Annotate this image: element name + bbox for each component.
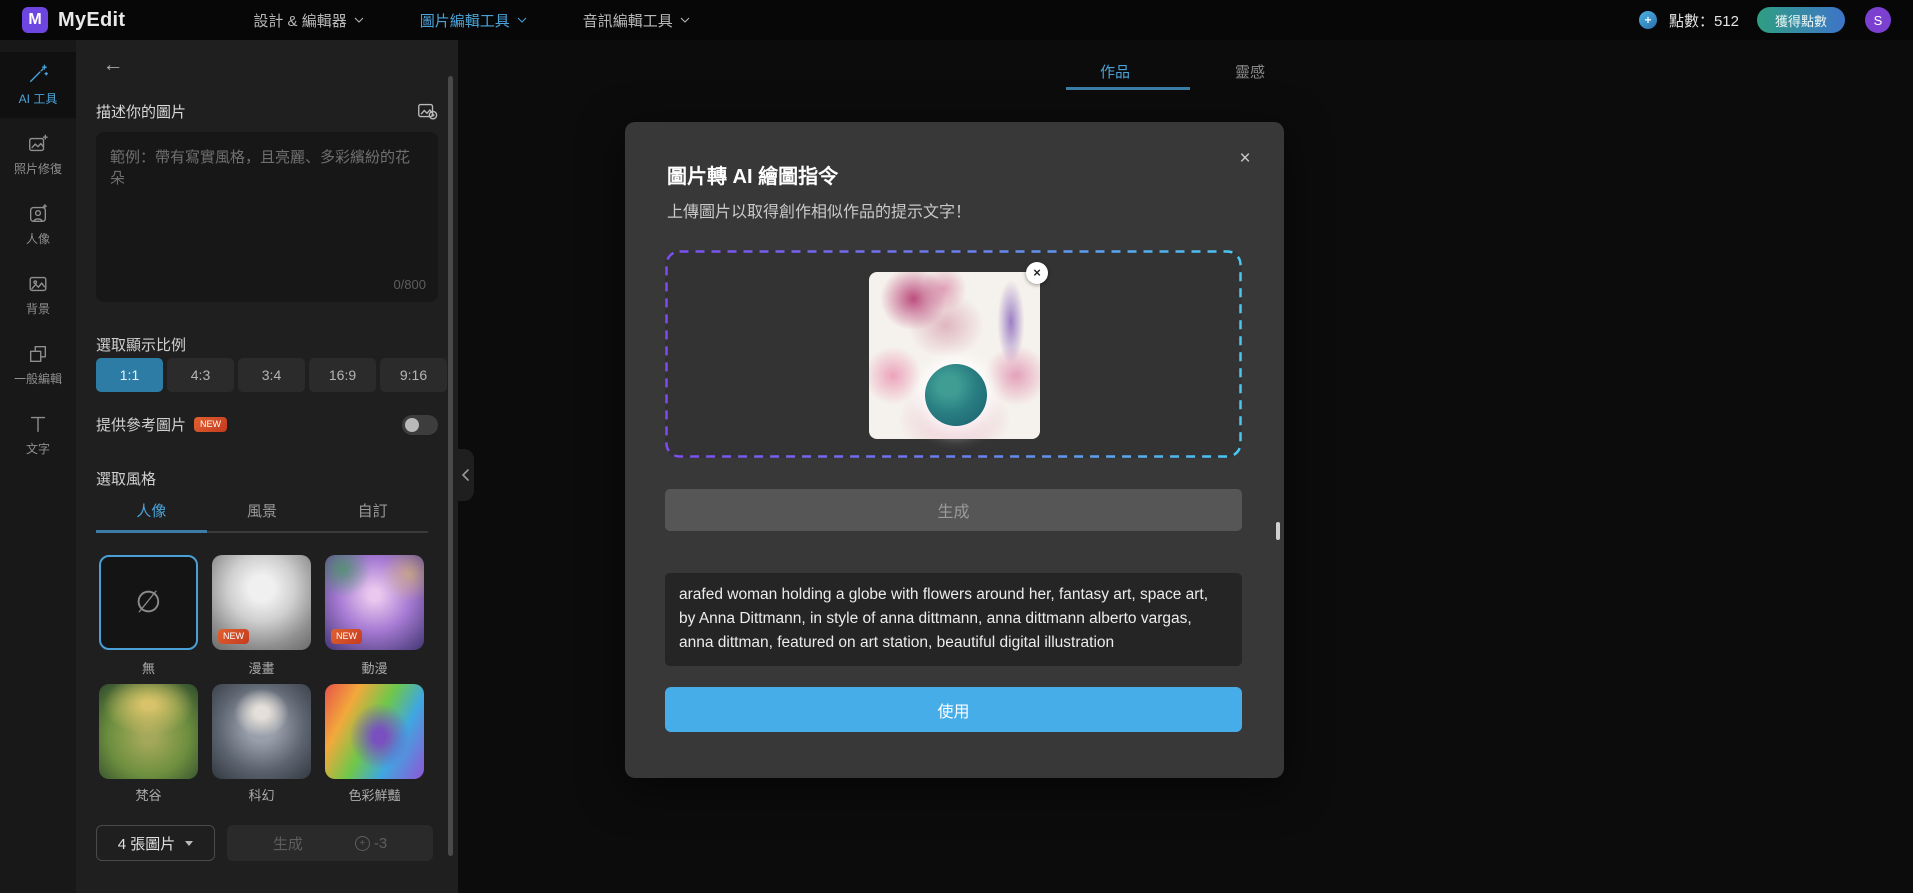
modal-subtitle: 上傳圖片以取得創作相似作品的提示文字！ (667, 204, 972, 221)
rail-item-text[interactable]: 文字 (0, 402, 76, 468)
uploaded-image-preview: × (869, 262, 1048, 439)
credits-coin-icon: + (1638, 11, 1657, 29)
style-label-vivid: 色彩鮮豔 (348, 787, 401, 803)
upload-dropzone[interactable]: × (665, 250, 1242, 458)
image-to-prompt-modal: 圖片轉 AI 繪圖指令 上傳圖片以取得創作相似作品的提示文字！ × × 生成 a… (625, 122, 1284, 778)
top-navbar: M MyEdit 設計 & 編輯器 圖片編輯工具 音訊編輯工具 + 點數：512… (0, 0, 1913, 40)
navbar-right: + 點數：512 獲得點數 S (1638, 7, 1891, 33)
back-button[interactable]: ← (100, 52, 126, 78)
panel-controls: 4 張圖片 生成 + -3 (96, 825, 438, 861)
ratio-9-16[interactable]: 9:16 (380, 358, 447, 392)
style-tile-vivid[interactable] (325, 684, 424, 779)
globe-art (925, 363, 988, 426)
text-tool-icon (30, 416, 46, 433)
ratio-section-label: 選取顯示比例 (96, 337, 187, 354)
myedit-logo[interactable]: M MyEdit (22, 7, 125, 33)
menu-design-editor[interactable]: 設計 & 編輯器 (253, 10, 364, 31)
magic-wand-icon (29, 64, 49, 83)
new-badge: NEW (331, 629, 362, 644)
ai-image-panel: ← 描述你的圖片 0/800 選取顯示比例 1:1 4:3 3:4 16:9 9… (76, 40, 458, 893)
reference-image-label: 提供參考圖片 (96, 417, 187, 434)
style-label-anime: 動漫 (361, 660, 388, 676)
chevron-down-icon (354, 17, 364, 23)
style-tile-manga[interactable]: NEW (212, 555, 311, 650)
main-menu: 設計 & 編輯器 圖片編輯工具 音訊編輯工具 (253, 10, 690, 31)
image-to-prompt-icon[interactable] (416, 100, 438, 122)
workspace-tab-inspiration[interactable]: 靈感 (1235, 61, 1265, 82)
style-tile-vangogh[interactable] (99, 684, 198, 779)
reference-image-toggle[interactable] (402, 414, 438, 435)
style-tab-custom[interactable]: 自訂 (317, 500, 428, 525)
menu-image-tools[interactable]: 圖片編輯工具 (420, 10, 527, 31)
myedit-logo-icon: M (22, 7, 48, 33)
style-label-manga: 漫畫 (248, 660, 275, 676)
credits-count: 點數：512 (1668, 12, 1739, 30)
panel-scrollbar[interactable] (448, 76, 453, 856)
rail-item-photo-fix[interactable]: 照片修復 (0, 122, 76, 188)
reference-image-row: 提供參考圖片 NEW (96, 414, 438, 435)
photo-enhance-icon (29, 134, 48, 152)
cost-group: + -3 (354, 834, 388, 852)
ratio-row: 1:1 4:3 3:4 16:9 9:16 (96, 358, 447, 392)
none-icon: ∅ (135, 586, 162, 619)
describe-row: 描述你的圖片 (96, 100, 438, 122)
new-badge: NEW (218, 629, 249, 644)
style-tab-landscape[interactable]: 風景 (207, 500, 318, 525)
menu-audio-tools[interactable]: 音訊編輯工具 (583, 10, 690, 31)
style-tab-portrait[interactable]: 人像 (96, 500, 207, 525)
background-image-icon (29, 276, 47, 292)
use-prompt-button[interactable]: 使用 (665, 687, 1242, 732)
generated-prompt-text: arafed woman holding a globe with flower… (665, 573, 1242, 666)
new-badge: NEW (194, 417, 228, 432)
user-avatar[interactable]: S (1865, 7, 1891, 33)
brand-name: MyEdit (58, 8, 126, 31)
style-label-none: 無 (141, 660, 155, 676)
chevron-left-icon (462, 469, 469, 481)
image-count-dropdown[interactable]: 4 張圖片 (96, 825, 215, 861)
tool-rail: AI 工具 照片修復 人像 背景 一般編輯 文字 (0, 40, 76, 893)
style-section-label: 選取風格 (96, 471, 157, 488)
describe-label: 描述你的圖片 (96, 103, 187, 121)
style-tile-none[interactable]: ∅ (99, 555, 198, 650)
ratio-1-1[interactable]: 1:1 (96, 358, 163, 392)
style-label-scifi: 科幻 (248, 787, 275, 803)
style-tabs-active-indicator (96, 530, 207, 533)
ratio-4-3[interactable]: 4:3 (167, 358, 234, 392)
style-tile-anime[interactable]: NEW (325, 555, 424, 650)
prompt-input-wrap: 0/800 (96, 132, 438, 302)
rail-item-general-edit[interactable]: 一般編輯 (0, 332, 76, 398)
workspace-tab-active-indicator (1066, 87, 1190, 90)
chevron-down-icon (517, 17, 527, 23)
remove-image-button[interactable]: × (1026, 262, 1048, 284)
generate-button-disabled[interactable]: 生成 + -3 (227, 825, 433, 861)
modal-generate-button-disabled[interactable]: 生成 (665, 489, 1242, 531)
chevron-down-icon (680, 17, 690, 23)
style-grid: ∅ NEW NEW 無 漫畫 動漫 梵谷 科幻 色彩鮮豔 (99, 555, 424, 809)
rail-item-background[interactable]: 背景 (0, 262, 76, 328)
style-tabs: 人像 風景 自訂 (96, 500, 428, 525)
style-label-vangogh: 梵谷 (135, 787, 162, 803)
modal-title: 圖片轉 AI 繪圖指令 (667, 166, 839, 188)
rail-item-portrait[interactable]: 人像 (0, 192, 76, 258)
generate-cost: -3 (373, 834, 388, 852)
portrait-icon (29, 204, 47, 223)
ratio-16-9[interactable]: 16:9 (309, 358, 376, 392)
prompt-input[interactable] (96, 132, 438, 302)
coin-icon: + (354, 835, 370, 851)
caret-down-icon (185, 840, 194, 846)
layers-icon (29, 345, 47, 363)
style-tile-scifi[interactable] (212, 684, 311, 779)
toggle-knob (405, 417, 419, 432)
char-counter: 0/800 (393, 277, 426, 292)
get-credits-button[interactable]: 獲得點數 (1756, 7, 1845, 33)
rail-item-ai-tools[interactable]: AI 工具 (0, 52, 76, 118)
modal-scrollbar-thumb[interactable] (1276, 522, 1280, 540)
ratio-3-4[interactable]: 3:4 (238, 358, 305, 392)
workspace-tab-works[interactable]: 作品 (1100, 61, 1130, 82)
panel-collapse-handle[interactable] (457, 449, 474, 501)
close-icon[interactable]: × (1234, 148, 1256, 170)
